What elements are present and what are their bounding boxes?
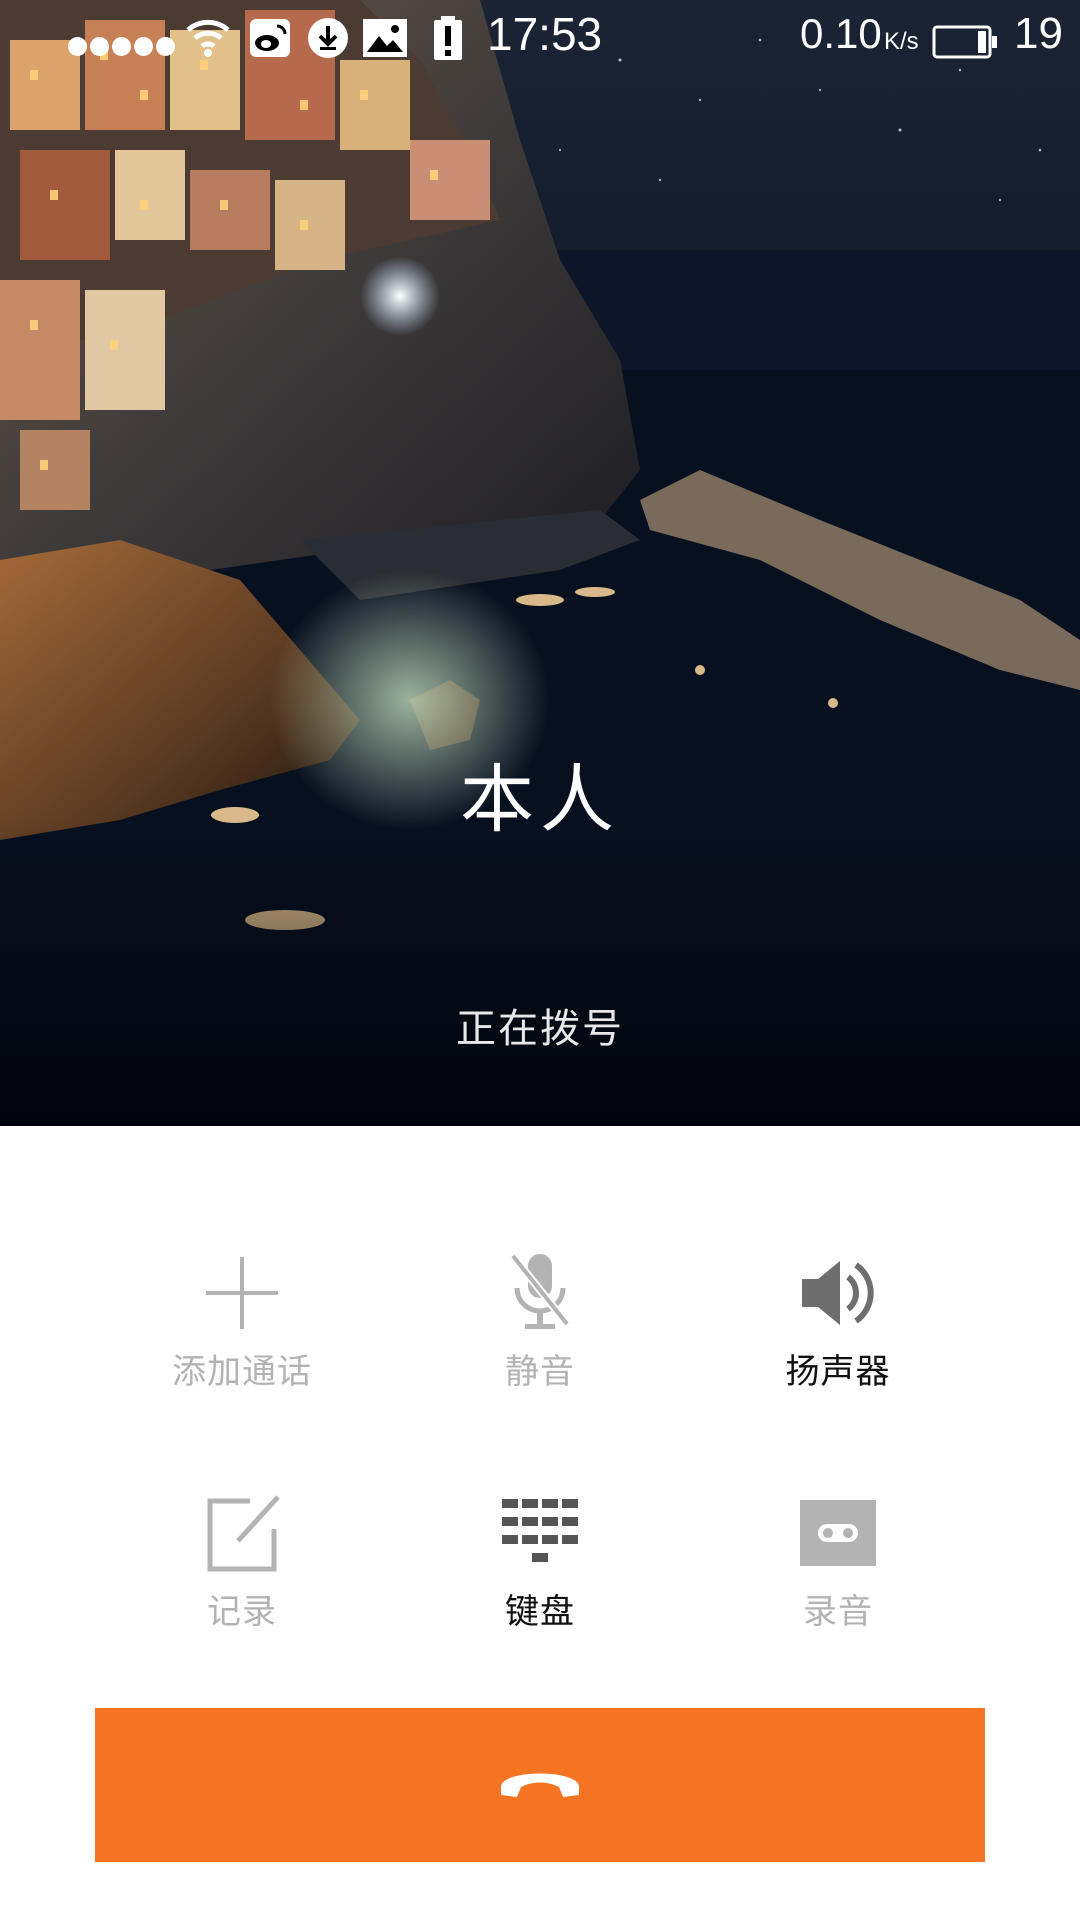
status-bar: 17:53 0.10 K/s 19 <box>0 0 1080 76</box>
network-speed-unit: K/s <box>884 28 919 55</box>
network-speed: 0.10 <box>800 10 882 57</box>
keypad-button[interactable]: 键盘 <box>390 1488 690 1668</box>
call-status: 正在拨号 <box>456 1006 624 1052</box>
notes-label: 记录 <box>207 1592 277 1632</box>
speaker-label: 扬声器 <box>785 1352 891 1392</box>
record-label: 录音 <box>803 1592 873 1632</box>
keypad-label: 键盘 <box>505 1592 575 1632</box>
add-call-button[interactable]: 添加通话 <box>92 1248 392 1428</box>
clock: 17:53 <box>487 8 603 60</box>
signal-icon <box>68 22 178 70</box>
mic-off-icon <box>495 1248 585 1338</box>
caller-name: 本人 <box>460 757 620 843</box>
record-button[interactable]: 录音 <box>688 1488 988 1668</box>
image-icon <box>362 14 408 62</box>
add-call-label: 添加通话 <box>172 1352 312 1392</box>
alert-icon <box>433 14 463 62</box>
background-photo <box>0 0 1080 1126</box>
plus-icon <box>197 1248 287 1338</box>
edit-note-icon <box>197 1488 287 1578</box>
keypad-icon <box>495 1488 585 1578</box>
wifi-icon <box>186 14 230 62</box>
mute-button[interactable]: 静音 <box>390 1248 690 1428</box>
hang-up-icon <box>497 1763 583 1807</box>
speaker-button[interactable]: 扬声器 <box>688 1248 988 1428</box>
call-controls: 添加通话 静音 扬声器 记录 键盘 录音 <box>0 1126 1080 1686</box>
notes-button[interactable]: 记录 <box>92 1488 392 1668</box>
download-icon <box>307 14 349 62</box>
record-tape-icon <box>793 1488 883 1578</box>
mute-label: 静音 <box>505 1352 575 1392</box>
end-call-button[interactable] <box>95 1708 985 1862</box>
weibo-icon <box>249 14 291 62</box>
in-call-screen: 17:53 0.10 K/s 19 本人 正在拨号 添加通话 静音 扬声器 记录… <box>0 0 1080 1920</box>
battery-percentage: 19 <box>1014 9 1063 58</box>
battery-icon <box>932 18 998 66</box>
caller-background: 17:53 0.10 K/s 19 本人 正在拨号 <box>0 0 1080 1126</box>
speaker-icon <box>793 1248 883 1338</box>
